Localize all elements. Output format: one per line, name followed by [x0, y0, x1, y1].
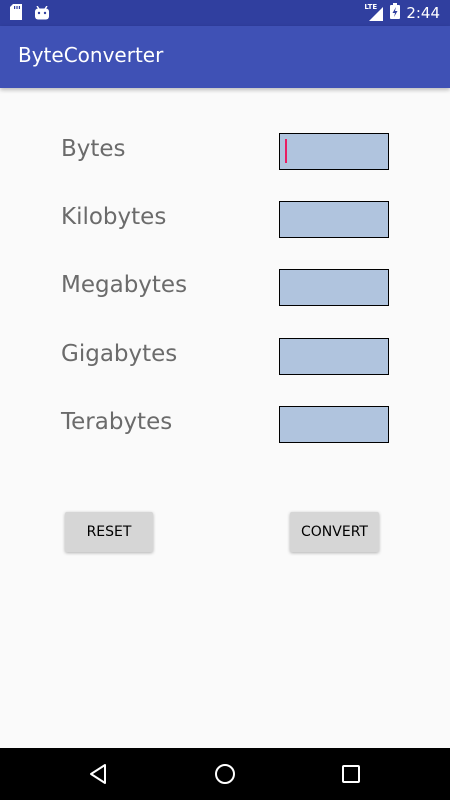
convert-button[interactable]: CONVERT [290, 512, 379, 552]
megabytes-input[interactable] [279, 269, 389, 306]
home-icon[interactable] [213, 762, 237, 786]
recents-icon[interactable] [339, 762, 363, 786]
terabytes-label: Terabytes [61, 409, 173, 435]
navigation-bar [0, 748, 450, 800]
back-icon[interactable] [86, 762, 110, 786]
status-time: 2:44 [406, 4, 440, 22]
megabytes-label: Megabytes [61, 272, 188, 298]
bytes-input[interactable] [279, 133, 389, 170]
text-cursor [285, 139, 287, 163]
bytes-label: Bytes [61, 136, 126, 162]
gigabytes-label: Gigabytes [61, 341, 178, 367]
battery-charging-icon [390, 3, 401, 23]
status-bar: LTE 2:44 [0, 0, 450, 26]
lte-signal-icon: LTE [364, 3, 384, 21]
terabytes-input[interactable] [279, 406, 389, 443]
reset-button[interactable]: RESET [65, 512, 153, 552]
kilobytes-input[interactable] [279, 201, 389, 238]
kilobytes-label: Kilobytes [61, 204, 167, 230]
app-title: ByteConverter [18, 43, 164, 67]
android-icon [34, 5, 50, 24]
app-bar: ByteConverter [0, 26, 450, 88]
sd-card-icon [10, 4, 22, 24]
gigabytes-input[interactable] [279, 338, 389, 375]
